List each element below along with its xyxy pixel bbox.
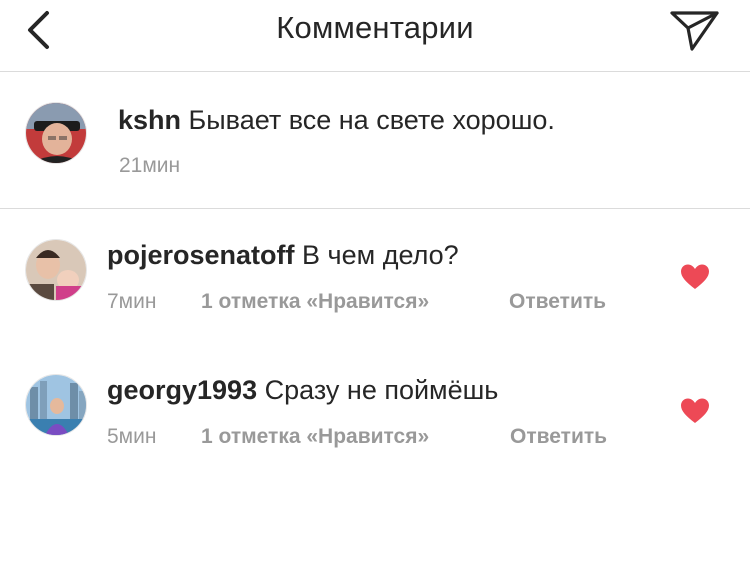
avatar[interactable] (25, 374, 87, 436)
comment-item: pojerosenatoff В чем дело? 7мин 1 отметк… (0, 209, 750, 344)
likes-count: 1 отметка «Нравится» (201, 290, 430, 313)
comment-meta: 7мин (107, 290, 156, 314)
comment-text: В чем дело? (302, 240, 459, 270)
comment-username[interactable]: pojerosenatoff (107, 240, 295, 270)
comment-time: 7мин (107, 290, 157, 313)
avatar-image (26, 240, 86, 300)
paper-plane-icon (670, 11, 719, 51)
comment-time: 5мин (107, 425, 157, 448)
page-title: Комментарии (276, 10, 474, 45)
comment-item: georgy1993 Сразу не поймёшь 5мин 1 отмет… (0, 344, 750, 479)
comment-text-line: pojerosenatoff В чем дело? (107, 240, 459, 271)
share-button[interactable] (670, 8, 720, 52)
avatar[interactable] (25, 102, 87, 164)
reply-button[interactable]: Ответить (510, 425, 607, 449)
like-button[interactable] (680, 397, 710, 425)
avatar-image (26, 103, 86, 163)
caption-text: Бывает все на свете хорошо. (188, 105, 555, 135)
likes-count: 1 отметка «Нравится» (201, 425, 430, 448)
comment-username[interactable]: georgy1993 (107, 375, 257, 405)
post-caption: kshn Бывает все на свете хорошо. 21мин (0, 72, 750, 209)
reply-button[interactable]: Ответить (509, 290, 606, 314)
comment-meta: 5мин (107, 425, 156, 449)
caption-time: 21мин (119, 154, 181, 177)
caption-username[interactable]: kshn (118, 105, 181, 135)
heart-icon (681, 398, 709, 423)
header-bar: Комментарии (0, 0, 750, 72)
reply-label: Ответить (510, 425, 608, 448)
reply-label: Ответить (509, 290, 607, 313)
like-button[interactable] (680, 263, 710, 291)
likes-count-link[interactable]: 1 отметка «Нравится» (201, 425, 429, 449)
comment-text-line: georgy1993 Сразу не поймёшь (107, 375, 498, 406)
comment-text: Сразу не поймёшь (264, 375, 499, 405)
heart-icon (681, 264, 709, 289)
caption-meta: 21мин (119, 154, 180, 178)
likes-count-link[interactable]: 1 отметка «Нравится» (201, 290, 429, 314)
caption-text-line: kshn Бывает все на свете хорошо. (118, 105, 555, 136)
avatar[interactable] (25, 239, 87, 301)
avatar-image (26, 375, 86, 435)
